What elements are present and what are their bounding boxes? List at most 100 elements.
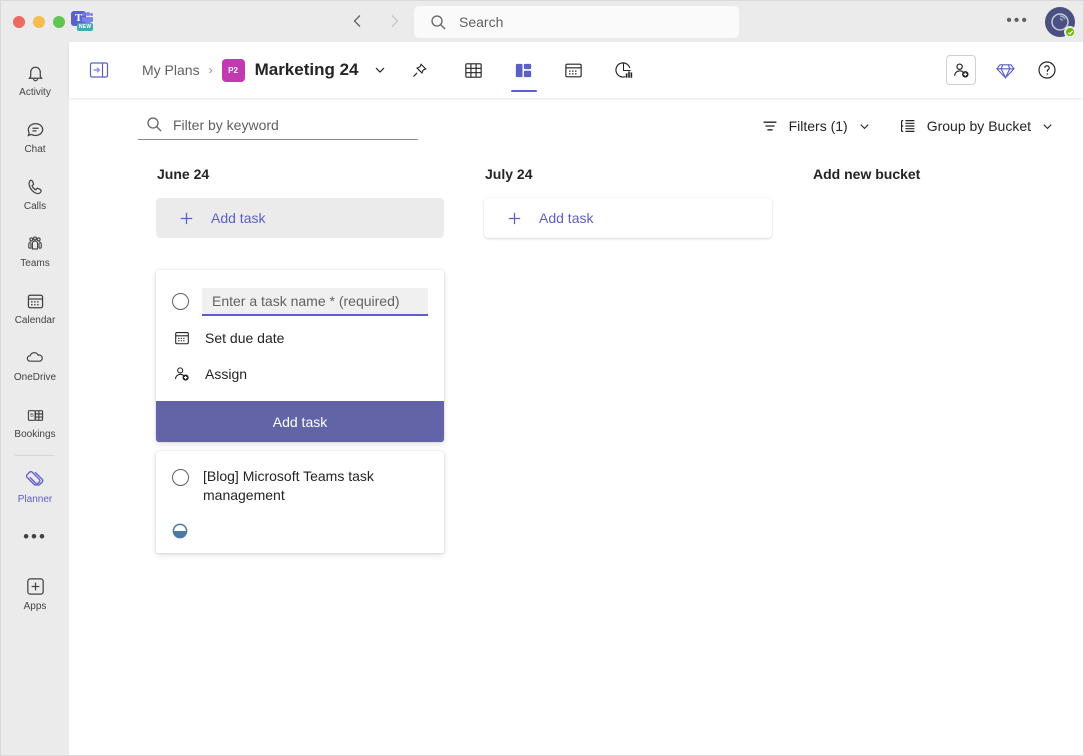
breadcrumb-separator: ›	[209, 63, 213, 77]
plan-header: My Plans › P2 Marketing 24	[69, 42, 1084, 98]
task-complete-checkbox[interactable]	[172, 469, 189, 486]
calendar-icon	[25, 291, 46, 312]
chevron-down-icon[interactable]	[373, 63, 387, 77]
chevron-down-icon	[1041, 120, 1054, 133]
new-task-name-row	[156, 270, 444, 320]
add-task-label: Add task	[539, 210, 593, 226]
presence-badge	[1064, 26, 1076, 38]
svg-text:B: B	[30, 413, 34, 419]
premium-button[interactable]	[992, 57, 1018, 83]
search-icon	[146, 116, 163, 133]
diamond-icon	[995, 61, 1016, 80]
filter-icon	[761, 117, 779, 135]
tab-schedule[interactable]	[559, 42, 589, 98]
bucket-column: June 24 Add task	[156, 166, 444, 553]
filters-button[interactable]: Filters (1)	[761, 117, 871, 135]
sidebar-item-teams[interactable]: Teams	[1, 223, 69, 280]
sidebar-item-activity[interactable]: Activity	[1, 52, 69, 109]
group-by-button[interactable]: Group by Bucket	[899, 117, 1054, 135]
topbar-more-button[interactable]: •••	[1006, 14, 1029, 28]
tab-board[interactable]	[509, 42, 539, 98]
person-add-icon	[952, 61, 971, 80]
page-title: Marketing 24	[255, 60, 359, 80]
plan-badge-icon: P2	[222, 59, 245, 82]
bookings-icon: B	[25, 405, 46, 426]
sidebar-item-chat[interactable]: Chat	[1, 109, 69, 166]
close-window-button[interactable]	[13, 16, 25, 28]
sidebar-item-planner[interactable]: Planner	[1, 458, 69, 515]
sidebar-item-onedrive[interactable]: OneDrive	[1, 337, 69, 394]
teams-app-icon: T NEW	[71, 11, 93, 33]
task-card-header: [Blog] Microsoft Teams task management	[172, 467, 428, 505]
filter-controls: Filters (1) Group by Bucket	[761, 117, 1054, 135]
cloud-icon	[24, 347, 46, 369]
new-badge-label: NEW	[77, 23, 93, 31]
keyword-filter[interactable]	[138, 116, 418, 140]
global-search[interactable]: Search	[414, 6, 739, 38]
sidebar-item-calls[interactable]: Calls	[1, 166, 69, 223]
view-tabs	[459, 42, 639, 98]
sidebar-item-label: Chat	[24, 144, 45, 156]
set-due-date-button[interactable]: Set due date	[156, 320, 444, 356]
group-by-label: Group by Bucket	[927, 118, 1031, 134]
sidebar-item-bookings[interactable]: B Bookings	[1, 394, 69, 451]
add-new-bucket-button[interactable]: Add new bucket	[812, 166, 1052, 182]
calendar-icon	[173, 329, 191, 347]
task-name-input[interactable]	[202, 288, 428, 316]
add-task-label: Add task	[211, 210, 265, 226]
sidebar-item-calendar[interactable]: Calendar	[1, 280, 69, 337]
forward-button[interactable]	[383, 10, 405, 32]
sidebar-item-label: Apps	[24, 601, 47, 613]
help-button[interactable]	[1034, 57, 1060, 83]
add-bucket-column: Add new bucket	[812, 166, 1052, 198]
traffic-lights	[13, 16, 65, 28]
plus-box-icon	[24, 575, 47, 598]
collapse-panel-icon[interactable]	[87, 59, 111, 81]
main-pane: My Plans › P2 Marketing 24	[69, 42, 1084, 756]
navigation-arrows	[347, 10, 405, 32]
sidebar-item-label: Teams	[20, 258, 49, 270]
breadcrumb: My Plans › P2 Marketing 24	[142, 59, 428, 82]
submit-add-task-button[interactable]: Add task	[156, 401, 444, 442]
group-icon	[899, 117, 917, 135]
assign-label: Assign	[205, 366, 247, 382]
header-actions	[946, 55, 1060, 85]
sidebar-item-label: Bookings	[14, 429, 55, 441]
search-icon	[430, 14, 447, 31]
assign-button[interactable]: Assign	[156, 356, 444, 392]
maximize-window-button[interactable]	[53, 16, 65, 28]
minimize-window-button[interactable]	[33, 16, 45, 28]
rail-divider	[15, 455, 55, 456]
sidebar-item-label: Planner	[18, 494, 52, 506]
bell-icon	[25, 63, 46, 84]
bucket-title[interactable]: June 24	[156, 166, 444, 182]
breadcrumb-my-plans[interactable]: My Plans	[142, 62, 200, 78]
plus-icon	[178, 210, 195, 227]
tab-charts[interactable]	[609, 42, 639, 98]
sidebar-item-label: Calls	[24, 201, 46, 213]
search-placeholder: Search	[459, 14, 503, 30]
question-icon	[1037, 60, 1057, 80]
add-task-row[interactable]: Add task	[156, 198, 444, 238]
task-card[interactable]: [Blog] Microsoft Teams task management	[156, 451, 444, 553]
planner-icon	[24, 468, 47, 491]
pin-icon[interactable]	[411, 62, 428, 79]
back-button[interactable]	[347, 10, 369, 32]
add-members-button[interactable]	[946, 55, 976, 85]
rail-more-button[interactable]: •••	[1, 515, 69, 559]
sidebar-item-label: Activity	[19, 87, 51, 99]
chat-icon	[25, 120, 46, 141]
bucket-column: July 24 Add task	[484, 166, 772, 238]
filters-label: Filters (1)	[789, 118, 848, 134]
window-titlebar: T NEW	[1, 1, 1084, 42]
tab-grid[interactable]	[459, 42, 489, 98]
phone-icon	[25, 177, 46, 198]
add-task-row[interactable]: Add task	[484, 198, 772, 238]
search-input[interactable]	[173, 117, 403, 133]
bucket-title[interactable]: July 24	[484, 166, 772, 182]
sidebar-item-apps[interactable]: Apps	[1, 565, 69, 622]
person-add-icon	[173, 365, 191, 383]
sidebar-item-label: Calendar	[15, 315, 56, 327]
avatar[interactable]	[1045, 7, 1075, 37]
task-complete-checkbox[interactable]	[172, 293, 189, 310]
